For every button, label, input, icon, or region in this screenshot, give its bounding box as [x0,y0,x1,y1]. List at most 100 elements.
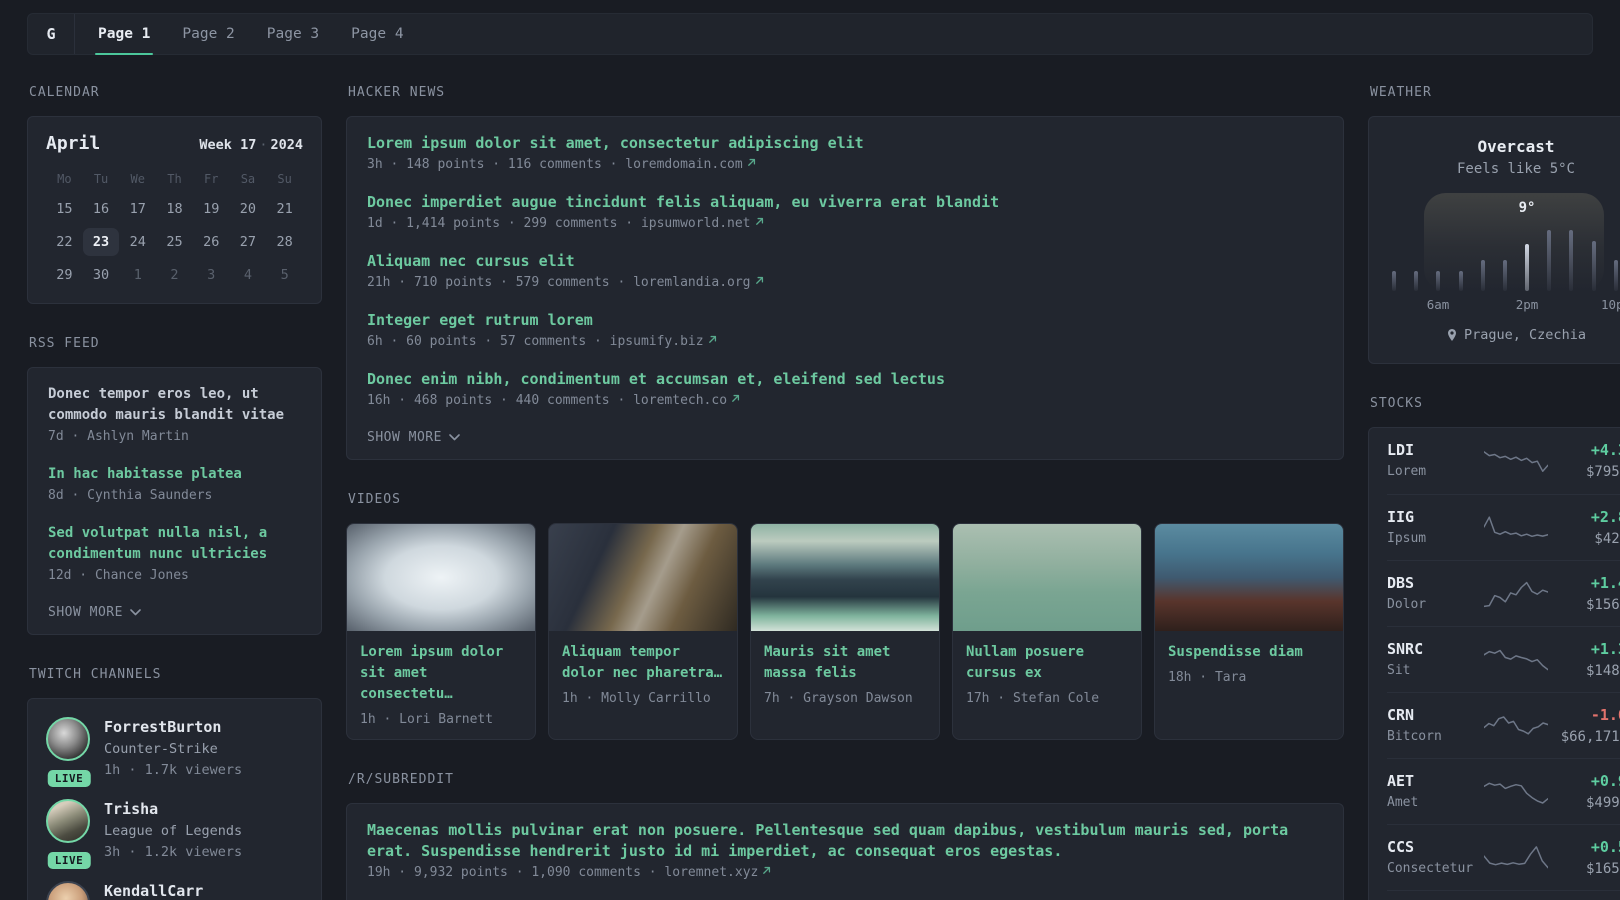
hn-item-title[interactable]: Donec enim nibh, condimentum et accumsan… [367,369,945,390]
weekday-label: Mo [57,172,72,186]
stock-symbol: CCS [1387,837,1415,856]
stock-row[interactable]: AET Amet +0.92% $499.72 [1387,758,1620,824]
stock-price: $795.18 [1585,464,1620,480]
twitch-channel-name: KendallCarr [104,882,204,900]
stock-row[interactable]: IIG Ipsum +2.84% $42.04 [1387,494,1620,560]
rss-item-title[interactable]: Donec tempor eros leo, ut commodo mauris… [48,384,301,426]
subreddit-post-title[interactable]: Maecenas mollis pulvinar erat non posuer… [367,820,1323,862]
stock-price: $156.28 [1585,596,1620,613]
video-card[interactable]: Suspendisse diam 18h · Tara [1154,523,1344,740]
stock-symbol: SNRC [1387,639,1424,658]
video-thumbnail [347,524,535,631]
hn-item-domain[interactable]: loremlandia.org [633,275,750,290]
stock-row[interactable]: CCS Consectetur +0.51% $165.84 [1387,824,1620,890]
nav-tabs: Page 1 Page 2 Page 3 Page 4 [75,14,433,55]
hn-item: Aliquam nec cursus elit 21h · 710 points… [367,251,1323,293]
twitch-channel-row[interactable]: LIVE ForrestBurton Counter-Strike 1h · 1… [46,717,303,787]
rss-item-title[interactable]: Sed volutpat nulla nisl, a condimentum n… [48,523,301,565]
weather-condition: Overcast [1477,137,1555,156]
main-columns: CALENDAR April Week 17 · 2024 Mo Tu We Th … [27,85,1620,900]
video-title: Nullam posuere cursus ex [966,644,1085,681]
stock-symbol: AET [1387,771,1415,790]
stock-price: $165.84 [1585,860,1620,877]
hn-item-title[interactable]: Aliquam nec cursus elit [367,251,575,272]
twitch-channel-name: ForrestBurton [104,718,222,736]
weather-feels-like: Feels like 5°C [1456,161,1575,177]
tab-page-2[interactable]: Page 2 [179,14,237,54]
app-logo[interactable]: G [28,14,74,54]
subreddit-post-domain[interactable]: loremnet.xyz [664,865,758,880]
calendar-day: 29 [56,267,73,283]
weather-location: Prague, Czechia [1391,327,1620,343]
calendar-day: 2 [170,267,179,283]
twitch-channel-row[interactable]: KendallCarr [46,881,303,900]
stock-sparkline [1484,515,1548,537]
hn-item-domain[interactable]: loremtech.co [633,393,727,408]
hn-item: Donec enim nibh, condimentum et accumsan… [367,369,1323,411]
rss-item-meta: 7d · Ashlyn Martin [48,429,189,444]
stock-price: $148.64 [1585,662,1620,679]
stock-row[interactable]: CRN Bitcorn -1.00% $66,171.48 [1387,692,1620,758]
hn-item-domain[interactable]: ipsumworld.net [641,216,751,231]
external-link-icon [761,865,772,876]
rss-item-title[interactable]: In hac habitasse platea [48,464,242,485]
section-label-calendar: CALENDAR [29,85,100,100]
weather-chart: 9° 6am 2pm 10pm [1392,193,1620,315]
twitch-channel-name: Trisha [104,800,159,818]
rss-show-more-button[interactable]: SHOW MORE [48,605,141,620]
calendar-header: April Week 17 · 2024 [46,133,303,154]
video-card[interactable]: Aliquam tempor dolor nec pharetra… 1h · … [548,523,738,740]
rss-item-meta: 12d · Chance Jones [48,568,189,583]
rss-item: Donec tempor eros leo, ut commodo mauris… [48,384,301,447]
calendar-day: 1 [133,267,142,283]
twitch-widget: TWITCH CHANNELS LIVE ForrestBurton Count… [27,667,322,900]
video-card[interactable]: Lorem ipsum dolor sit amet consectetu… 1… [346,523,536,740]
external-link-icon [754,216,765,227]
avatar [46,881,92,900]
tab-page-3[interactable]: Page 3 [264,14,322,54]
calendar-day: 4 [243,267,252,283]
stock-row[interactable]: AHS +0.46% [1387,890,1620,900]
twitch-card: LIVE ForrestBurton Counter-Strike 1h · 1… [27,698,322,900]
hn-item-meta: 3h · 148 points · 116 comments · loremdo… [367,155,1323,175]
stock-sparkline [1484,845,1548,868]
stock-sparkline [1484,581,1548,607]
video-card[interactable]: Nullam posuere cursus ex 17h · Stefan Co… [952,523,1142,740]
hn-item-title[interactable]: Lorem ipsum dolor sit amet, consectetur … [367,133,864,154]
twitch-channel-viewers: 1h · 1.7k viewers [104,762,243,778]
tab-page-4[interactable]: Page 4 [348,14,406,54]
hn-item-domain[interactable]: loremdomain.com [625,157,742,172]
section-label-stocks: STOCKS [1370,396,1423,411]
stock-name: Dolor [1387,596,1427,612]
subreddit-card: Maecenas mollis pulvinar erat non posuer… [346,803,1344,900]
video-title: Suspendisse diam [1168,644,1303,660]
video-meta: 17h · Stefan Cole [966,691,1100,706]
stock-row[interactable]: LDI Lorem +4.35% $795.18 [1387,428,1620,494]
stock-price: $499.72 [1585,794,1620,811]
weekday-label: Tu [93,172,109,186]
calendar-day: 27 [239,234,257,250]
hour-label: 10pm [1600,297,1620,312]
section-label-twitch: TWITCH CHANNELS [29,667,162,682]
hn-item-meta: 21h · 710 points · 579 comments · loreml… [367,273,1323,293]
hn-item: Donec imperdiet augue tincidunt felis al… [367,192,1323,234]
weather-current-temp: 9° [1518,200,1536,216]
hn-item-meta: 16h · 468 points · 440 comments · loremt… [367,391,1323,411]
stock-sparkline [1484,715,1548,735]
subreddit-widget: /R/SUBREDDIT Maecenas mollis pulvinar er… [346,772,1344,900]
hn-item-title[interactable]: Donec imperdiet augue tincidunt felis al… [367,192,999,213]
hn-item-title[interactable]: Integer eget rutrum lorem [367,310,593,331]
hn-show-more-button[interactable]: SHOW MORE [367,430,460,445]
video-card[interactable]: Mauris sit amet massa felis 7h · Grayson… [750,523,940,740]
video-meta: 18h · Tara [1168,670,1247,685]
calendar-week-year: Week 17 · 2024 [199,137,303,153]
map-pin-icon [1446,328,1458,342]
hn-item-domain[interactable]: ipsumify.biz [610,334,704,349]
stock-row[interactable]: DBS Dolor +1.42% $156.28 [1387,560,1620,626]
hour-label: 6am [1426,297,1450,312]
rss-card: Donec tempor eros leo, ut commodo mauris… [27,367,322,635]
stock-row[interactable]: SNRC Sit +1.36% $148.64 [1387,626,1620,692]
twitch-channel-row[interactable]: LIVE Trisha League of Legends 3h · 1.2k … [46,799,303,869]
calendar-day-selected: 23 [82,228,120,256]
tab-page-1[interactable]: Page 1 [95,14,154,55]
